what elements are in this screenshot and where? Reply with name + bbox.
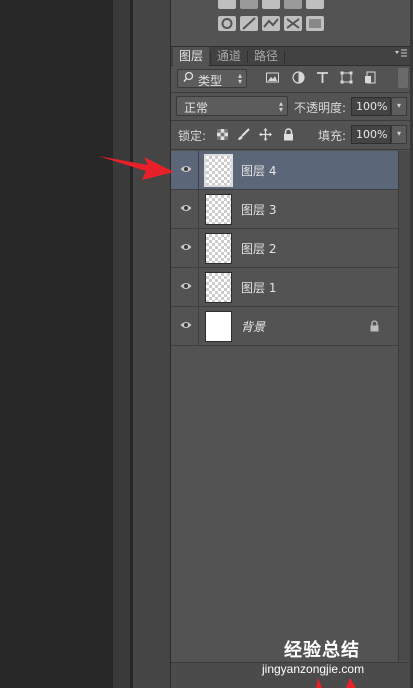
layer-name[interactable]: 图层 4 <box>241 162 276 179</box>
layer-row[interactable]: 图层 4 <box>171 151 398 190</box>
levels-icon[interactable] <box>240 0 258 9</box>
layer-thumbnail <box>205 233 232 264</box>
panel-gutter <box>113 0 130 688</box>
gradient-map-icon[interactable] <box>240 16 258 31</box>
layer-name[interactable]: 背景 <box>241 318 265 335</box>
channel-mixer-icon[interactable] <box>284 16 302 31</box>
eye-icon <box>180 244 192 250</box>
lock-transparent-icon[interactable] <box>216 128 229 141</box>
divider <box>171 149 410 150</box>
threshold-icon[interactable] <box>262 16 280 31</box>
adjustment-filter-icon[interactable] <box>292 71 305 84</box>
type-filter-icon[interactable] <box>316 71 329 84</box>
selective-color-icon[interactable] <box>306 16 324 31</box>
blend-mode-value: 正常 <box>184 101 209 115</box>
layer-thumbnail <box>205 272 232 303</box>
eye-icon <box>180 322 192 328</box>
adjustments-row-top <box>218 0 324 9</box>
layer-list: 图层 4 图层 3 图层 2 图层 1 背景 <box>171 151 398 347</box>
tab-channels[interactable]: 通道 <box>211 47 247 66</box>
layer-thumbnail <box>205 194 232 225</box>
filter-kind-label: 类型 <box>198 74 223 88</box>
watermark-title: 经验总结 <box>284 640 360 661</box>
divider <box>171 92 410 93</box>
opacity-field[interactable]: 100% <box>351 97 391 116</box>
panel-tab-bar: 图层 通道 路径 <box>171 46 410 66</box>
red-arrow-annotation-icon <box>98 156 174 180</box>
opacity-dropdown-button[interactable]: ▾ <box>391 97 407 116</box>
lock-image-icon[interactable] <box>237 128 250 141</box>
tab-separator <box>284 51 285 63</box>
layer-row-background[interactable]: 背景 <box>171 307 398 346</box>
watermark-url: jingyanzongjie.com <box>262 662 365 676</box>
pixel-filter-icon[interactable] <box>266 71 279 84</box>
visibility-toggle[interactable] <box>171 268 199 306</box>
lock-icon <box>370 320 379 332</box>
layer-name[interactable]: 图层 2 <box>241 240 276 257</box>
lock-label: 锁定: <box>178 129 207 143</box>
document-canvas-area <box>0 0 113 688</box>
layer-name[interactable]: 图层 1 <box>241 279 276 296</box>
blend-mode-select[interactable]: 正常 ▴ ▾ <box>176 96 288 116</box>
chevron-updown-icon: ▴ ▾ <box>278 99 283 114</box>
visibility-toggle[interactable] <box>171 229 199 267</box>
exposure-icon[interactable] <box>284 0 302 9</box>
tab-paths[interactable]: 路径 <box>248 47 284 66</box>
filter-toggle-switch[interactable] <box>398 68 408 88</box>
layer-row[interactable]: 图层 3 <box>171 190 398 229</box>
fill-dropdown-button[interactable]: ▾ <box>391 125 407 144</box>
layer-thumbnail <box>205 311 232 342</box>
collapsed-panel-dock <box>133 0 171 688</box>
smart-object-filter-icon[interactable] <box>364 71 377 84</box>
search-icon <box>183 71 194 86</box>
fill-label: 填充: <box>318 129 347 143</box>
layer-row[interactable]: 图层 1 <box>171 268 398 307</box>
curves-icon[interactable] <box>262 0 280 9</box>
filter-kind-select[interactable]: 类型 ▴ ▾ <box>177 69 247 88</box>
layers-scrollbar[interactable] <box>398 151 410 661</box>
layer-row[interactable]: 图层 2 <box>171 229 398 268</box>
chevron-updown-icon: ▴ ▾ <box>237 71 242 86</box>
layer-thumbnail <box>204 154 233 187</box>
divider <box>171 120 410 121</box>
shape-filter-icon[interactable] <box>340 71 353 84</box>
photo-filter-icon[interactable] <box>218 16 236 31</box>
tab-layers[interactable]: 图层 <box>173 47 210 66</box>
eye-icon <box>180 205 192 211</box>
visibility-toggle[interactable] <box>171 307 199 345</box>
opacity-label: 不透明度: <box>294 101 347 115</box>
layer-name[interactable]: 图层 3 <box>241 201 276 218</box>
eye-icon <box>180 166 192 172</box>
fill-field[interactable]: 100% <box>351 125 391 144</box>
vibrance-icon[interactable] <box>306 0 324 9</box>
eye-icon <box>180 283 192 289</box>
brightness-contrast-icon[interactable] <box>218 0 236 9</box>
watermark: 经验总结 jingyanzongjie.com <box>262 636 412 682</box>
lock-all-icon[interactable] <box>282 128 295 141</box>
lock-position-icon[interactable] <box>259 128 272 141</box>
visibility-toggle[interactable] <box>171 190 199 228</box>
panel-menu-icon[interactable] <box>394 48 408 60</box>
adjustments-row-bottom <box>218 16 324 31</box>
